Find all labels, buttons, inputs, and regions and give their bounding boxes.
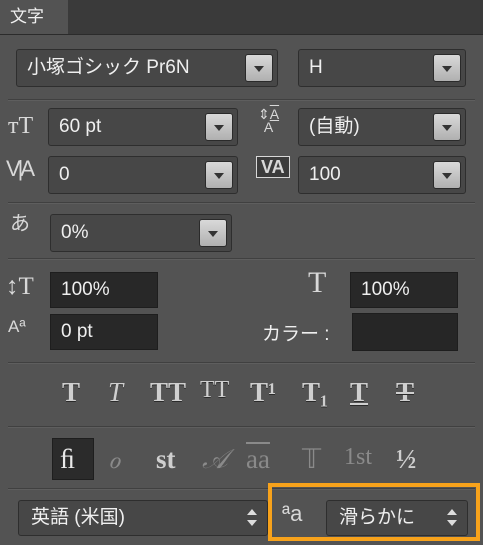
divider — [8, 426, 475, 428]
updown-arrow-icon — [247, 509, 257, 527]
baseline-shift-icon: Aª — [8, 317, 26, 336]
ordinals-button[interactable]: 1st — [344, 444, 372, 471]
tsume-icon: あ — [10, 213, 30, 235]
highlight-box — [268, 483, 480, 541]
font-size-value: 60 pt — [59, 116, 102, 137]
tsume-value: 0% — [61, 222, 89, 243]
tracking-dropdown[interactable]: 100 — [298, 156, 466, 194]
tracking-icon: VA — [256, 156, 290, 178]
faux-italic-button[interactable]: T — [108, 377, 123, 408]
vertical-scale-icon: ↕T — [6, 273, 34, 300]
faux-bold-button[interactable]: T — [62, 377, 80, 408]
divider — [8, 258, 475, 260]
small-caps-button[interactable]: TT — [200, 377, 229, 404]
font-size-dropdown[interactable]: 60 pt — [48, 108, 238, 146]
horizontal-scale-input[interactable]: 100% — [350, 272, 458, 308]
tsume-dropdown[interactable]: 0% — [50, 214, 232, 252]
font-family-value: 小塚ゴシック Pr6N — [27, 57, 190, 78]
kerning-icon: V|A — [6, 156, 35, 181]
superscript-button[interactable]: T¹ — [250, 377, 276, 408]
chevron-down-icon[interactable] — [433, 54, 461, 82]
leading-icon: ⇕A A — [258, 106, 280, 135]
panel-tab-bar: 文字 — [0, 0, 483, 35]
stylistic-alternates-button[interactable]: aa — [246, 444, 270, 475]
divider — [8, 362, 475, 364]
color-swatch[interactable] — [352, 313, 458, 351]
kerning-dropdown[interactable]: 0 — [48, 156, 238, 194]
font-style-dropdown[interactable]: H — [298, 49, 466, 87]
language-value: 英語 (米国) — [31, 507, 125, 528]
kerning-value: 0 — [59, 164, 70, 185]
chevron-down-icon[interactable] — [205, 113, 233, 141]
leading-value: (自動) — [309, 116, 360, 137]
language-dropdown[interactable]: 英語 (米国) — [18, 500, 268, 536]
baseline-shift-input[interactable]: 0 pt — [50, 314, 158, 350]
swash-button[interactable]: 𝒜 — [202, 444, 228, 476]
tracking-value: 100 — [309, 164, 341, 185]
font-size-icon: ᴛT — [8, 113, 34, 139]
divider — [8, 202, 475, 204]
font-family-dropdown[interactable]: 小塚ゴシック Pr6N — [16, 49, 278, 87]
chevron-down-icon[interactable] — [433, 161, 461, 189]
strikethrough-button[interactable]: T — [396, 377, 414, 408]
chevron-down-icon[interactable] — [245, 54, 273, 82]
underline-button[interactable]: T — [350, 377, 368, 408]
leading-dropdown[interactable]: (自動) — [298, 108, 466, 146]
divider — [8, 99, 475, 101]
fractions-button[interactable]: ½ — [396, 444, 416, 475]
chevron-down-icon[interactable] — [433, 113, 461, 141]
titling-alternates-button[interactable]: 𝕋 — [302, 444, 321, 475]
font-style-value: H — [309, 57, 323, 78]
tab-character[interactable]: 文字 — [0, 0, 68, 34]
standard-ligatures-button[interactable]: ﬁ — [60, 444, 75, 475]
chevron-down-icon[interactable] — [205, 161, 233, 189]
contextual-alternates-button[interactable]: ℴ — [108, 444, 120, 475]
subscript-button[interactable]: T₁ — [302, 377, 328, 408]
chevron-down-icon[interactable] — [199, 219, 227, 247]
all-caps-button[interactable]: TT — [150, 377, 186, 408]
color-label: カラー : — [262, 324, 330, 345]
discretionary-ligatures-button[interactable]: st — [156, 444, 176, 475]
vertical-scale-input[interactable]: 100% — [50, 272, 158, 308]
horizontal-scale-icon: T — [308, 266, 327, 299]
